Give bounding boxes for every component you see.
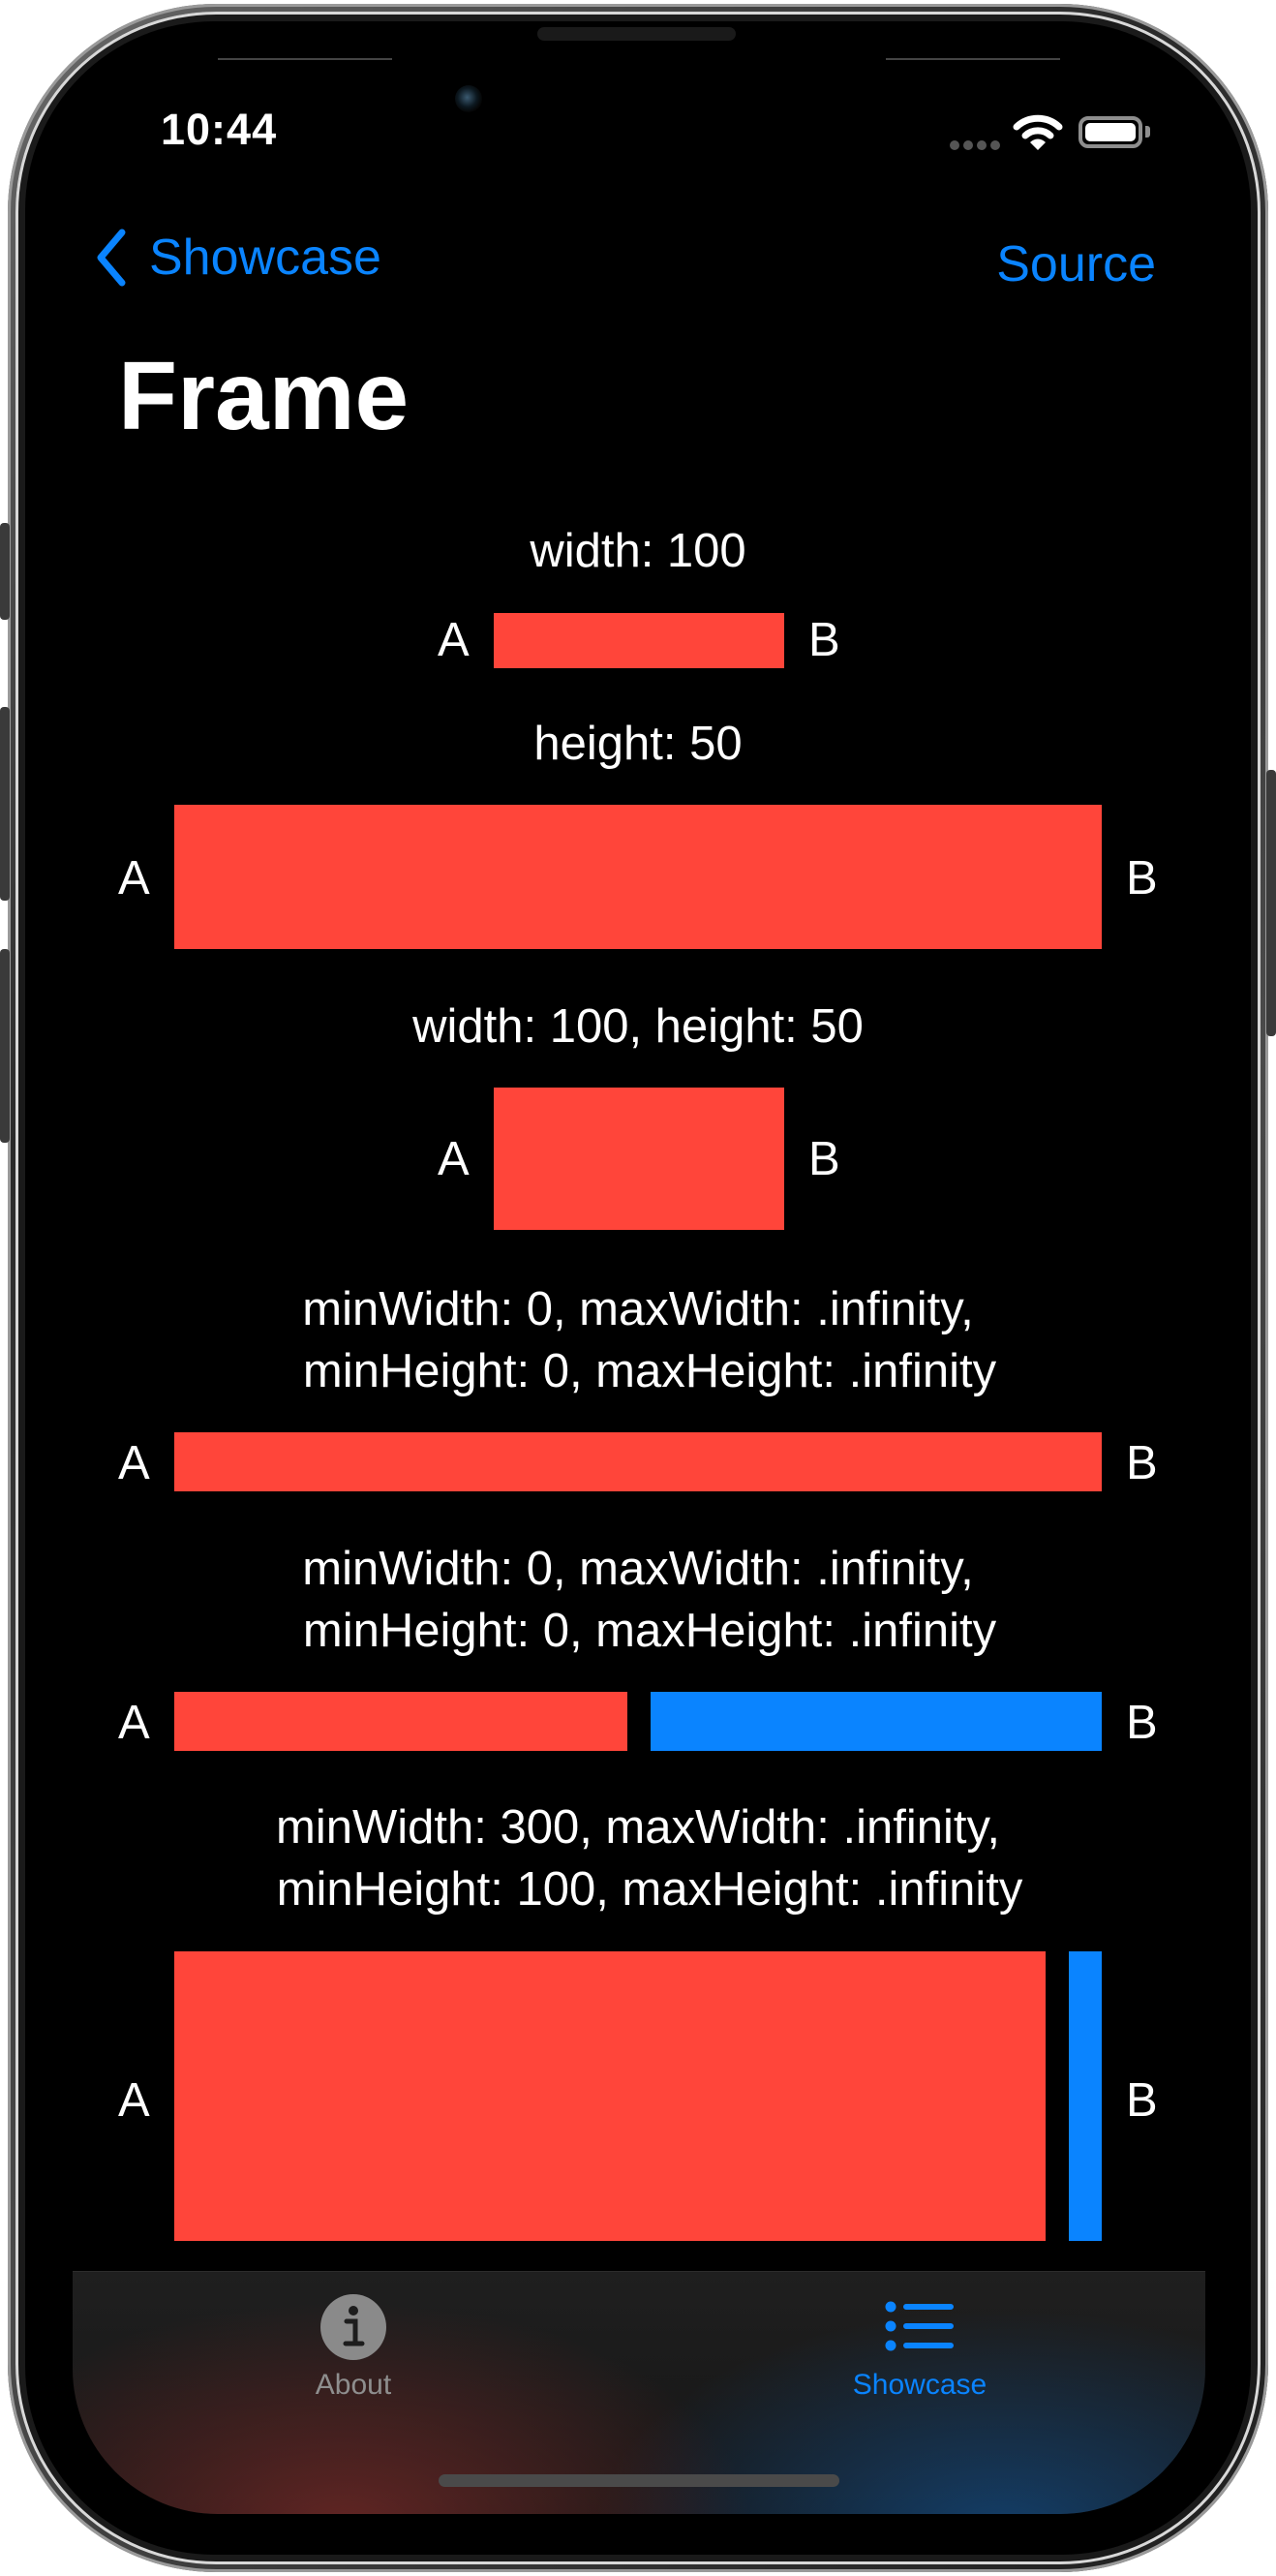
- tab-showcase[interactable]: Showcase: [775, 2272, 1065, 2437]
- blue-frame-box: [1069, 1951, 1102, 2241]
- blue-frame-box: [651, 1692, 1102, 1751]
- label-b: B: [808, 1133, 840, 1185]
- back-button[interactable]: Showcase: [95, 229, 381, 287]
- example-label-line1: minWidth: 300, maxWidth: .infinity,: [276, 1801, 1000, 1854]
- label-b: B: [1126, 1437, 1158, 1489]
- chevron-left-icon: [97, 229, 126, 287]
- antenna-line-right: [886, 58, 1060, 60]
- example-label: width: 100, height: 50: [412, 1000, 864, 1053]
- red-frame-box: [174, 1432, 1102, 1491]
- example-label-line2: minHeight: 100, maxHeight: .infinity: [276, 1863, 1023, 1916]
- source-button[interactable]: Source: [996, 235, 1156, 293]
- label-b: B: [1126, 2074, 1158, 2127]
- home-indicator[interactable]: [439, 2474, 839, 2487]
- example-label-line1: minWidth: 0, maxWidth: .infinity,: [302, 1543, 974, 1595]
- label-b: B: [808, 614, 840, 666]
- signal-dot: [990, 140, 1000, 150]
- page-title: Frame: [118, 342, 410, 450]
- label-a: A: [118, 2074, 150, 2127]
- example-label-line2: minHeight: 0, maxHeight: .infinity: [302, 1605, 997, 1657]
- label-a: A: [118, 852, 150, 905]
- label-b: B: [1126, 852, 1158, 905]
- label-b: B: [1126, 1697, 1158, 1749]
- list-bullet-icon: [885, 2301, 954, 2351]
- label-a: A: [118, 1697, 150, 1749]
- signal-dot: [950, 140, 959, 150]
- red-frame-box: [174, 1692, 627, 1751]
- signal-dot: [963, 140, 973, 150]
- red-frame-box: [494, 1088, 784, 1230]
- tab-about[interactable]: About: [208, 2272, 499, 2437]
- example-label: height: 50: [533, 718, 743, 770]
- back-button-label: Showcase: [149, 230, 381, 286]
- info-circle-icon: [320, 2294, 386, 2360]
- wifi-icon: [1013, 114, 1063, 150]
- example-label-line2: minHeight: 0, maxHeight: .infinity: [302, 1345, 997, 1397]
- example-label: width: 100: [530, 525, 746, 577]
- earpiece: [537, 27, 736, 41]
- front-camera: [455, 85, 482, 112]
- antenna-line-left: [218, 58, 392, 60]
- red-frame-box: [174, 1951, 1046, 2241]
- signal-dot: [977, 140, 987, 150]
- battery-full-icon: [1079, 116, 1142, 148]
- red-frame-box: [174, 805, 1102, 949]
- example-label-line1: minWidth: 0, maxWidth: .infinity,: [302, 1283, 974, 1335]
- battery-cap: [1145, 126, 1150, 138]
- red-frame-box: [494, 613, 784, 668]
- tab-about-label: About: [315, 2369, 392, 2401]
- tab-showcase-label: Showcase: [852, 2369, 987, 2401]
- label-a: A: [438, 1133, 470, 1185]
- label-a: A: [438, 614, 470, 666]
- label-a: A: [118, 1437, 150, 1489]
- status-time: 10:44: [161, 105, 278, 154]
